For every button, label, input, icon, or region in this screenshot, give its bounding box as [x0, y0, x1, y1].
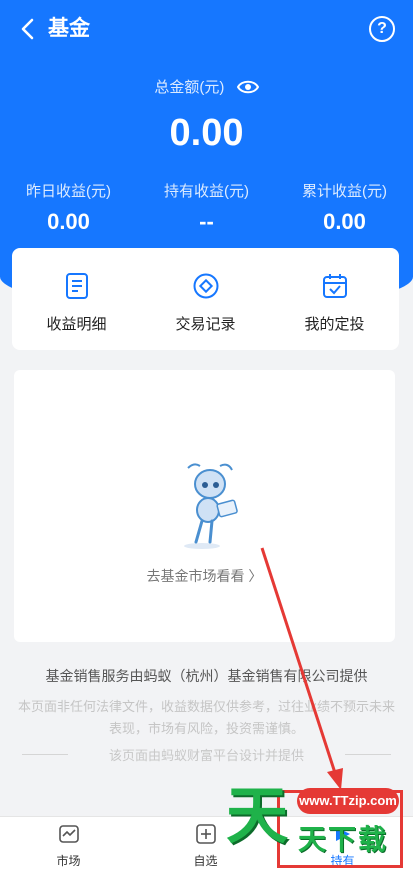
earnings-stats: 昨日收益(元) 0.00 持有收益(元) -- 累计收益(元) 0.00	[0, 180, 413, 240]
tab-label: 市场	[56, 854, 81, 868]
shortcut-auto-invest[interactable]: 我的定投	[270, 248, 399, 350]
question-circle-icon[interactable]: ?	[369, 16, 395, 42]
diamond-circle-icon	[193, 273, 218, 299]
plus-square-icon	[195, 824, 216, 844]
tab-market[interactable]: 市场	[0, 823, 137, 869]
watermark-text: 天下载	[298, 824, 389, 855]
watermark-site: www.TTzip.com	[297, 788, 399, 814]
empty-holdings-card: 去基金市场看看 〉	[14, 370, 395, 642]
chevron-left-icon[interactable]	[14, 14, 44, 44]
go-fund-market-link[interactable]: 去基金市场看看 〉	[14, 566, 395, 586]
shortcut-transactions[interactable]: 交易记录	[141, 248, 270, 350]
shortcut-label: 交易记录	[175, 316, 236, 333]
shortcut-label: 收益明细	[46, 316, 107, 333]
stat-cumulative: 累计收益(元) 0.00	[276, 180, 413, 235]
stat-yesterday: 昨日收益(元) 0.00	[0, 180, 137, 235]
page-title: 基金	[48, 17, 90, 40]
ant-mascot-illustration	[184, 463, 238, 549]
calendar-check-icon	[322, 274, 347, 298]
disclaimer-text: 本页面非任何法律文件，收益数据仅供参考，过往业绩不预示未来表现，市场有风险，投资…	[17, 699, 395, 736]
stat-value: 0.00	[323, 209, 366, 234]
document-icon	[65, 273, 88, 299]
watermark-logo-char: 天	[226, 782, 289, 851]
design-note: 该页面由蚂蚁财富平台设计并提供	[22, 745, 391, 764]
stat-value: 0.00	[47, 209, 90, 234]
stat-label: 累计收益(元)	[302, 183, 387, 200]
shortcut-card: 收益明细 交易记录 我的定投	[12, 248, 399, 350]
market-icon	[58, 825, 79, 843]
total-amount-value: 0.00	[169, 112, 244, 154]
top-bar: 基金 ?	[0, 0, 413, 60]
total-amount-label-row: 总金额(元)	[0, 76, 413, 97]
shortcut-earnings-detail[interactable]: 收益明细	[12, 248, 141, 350]
stat-value: --	[199, 209, 214, 234]
shortcut-label: 我的定投	[304, 316, 365, 333]
total-amount-label: 总金额(元)	[154, 79, 225, 96]
tab-label: 自选	[193, 854, 218, 868]
stat-label: 昨日收益(元)	[26, 183, 111, 200]
stat-holding: 持有收益(元) --	[138, 180, 275, 235]
stat-label: 持有收益(元)	[164, 183, 249, 200]
provider-note: 基金销售服务由蚂蚁（杭州）基金销售有限公司提供	[45, 668, 368, 684]
eye-icon[interactable]	[236, 79, 259, 95]
